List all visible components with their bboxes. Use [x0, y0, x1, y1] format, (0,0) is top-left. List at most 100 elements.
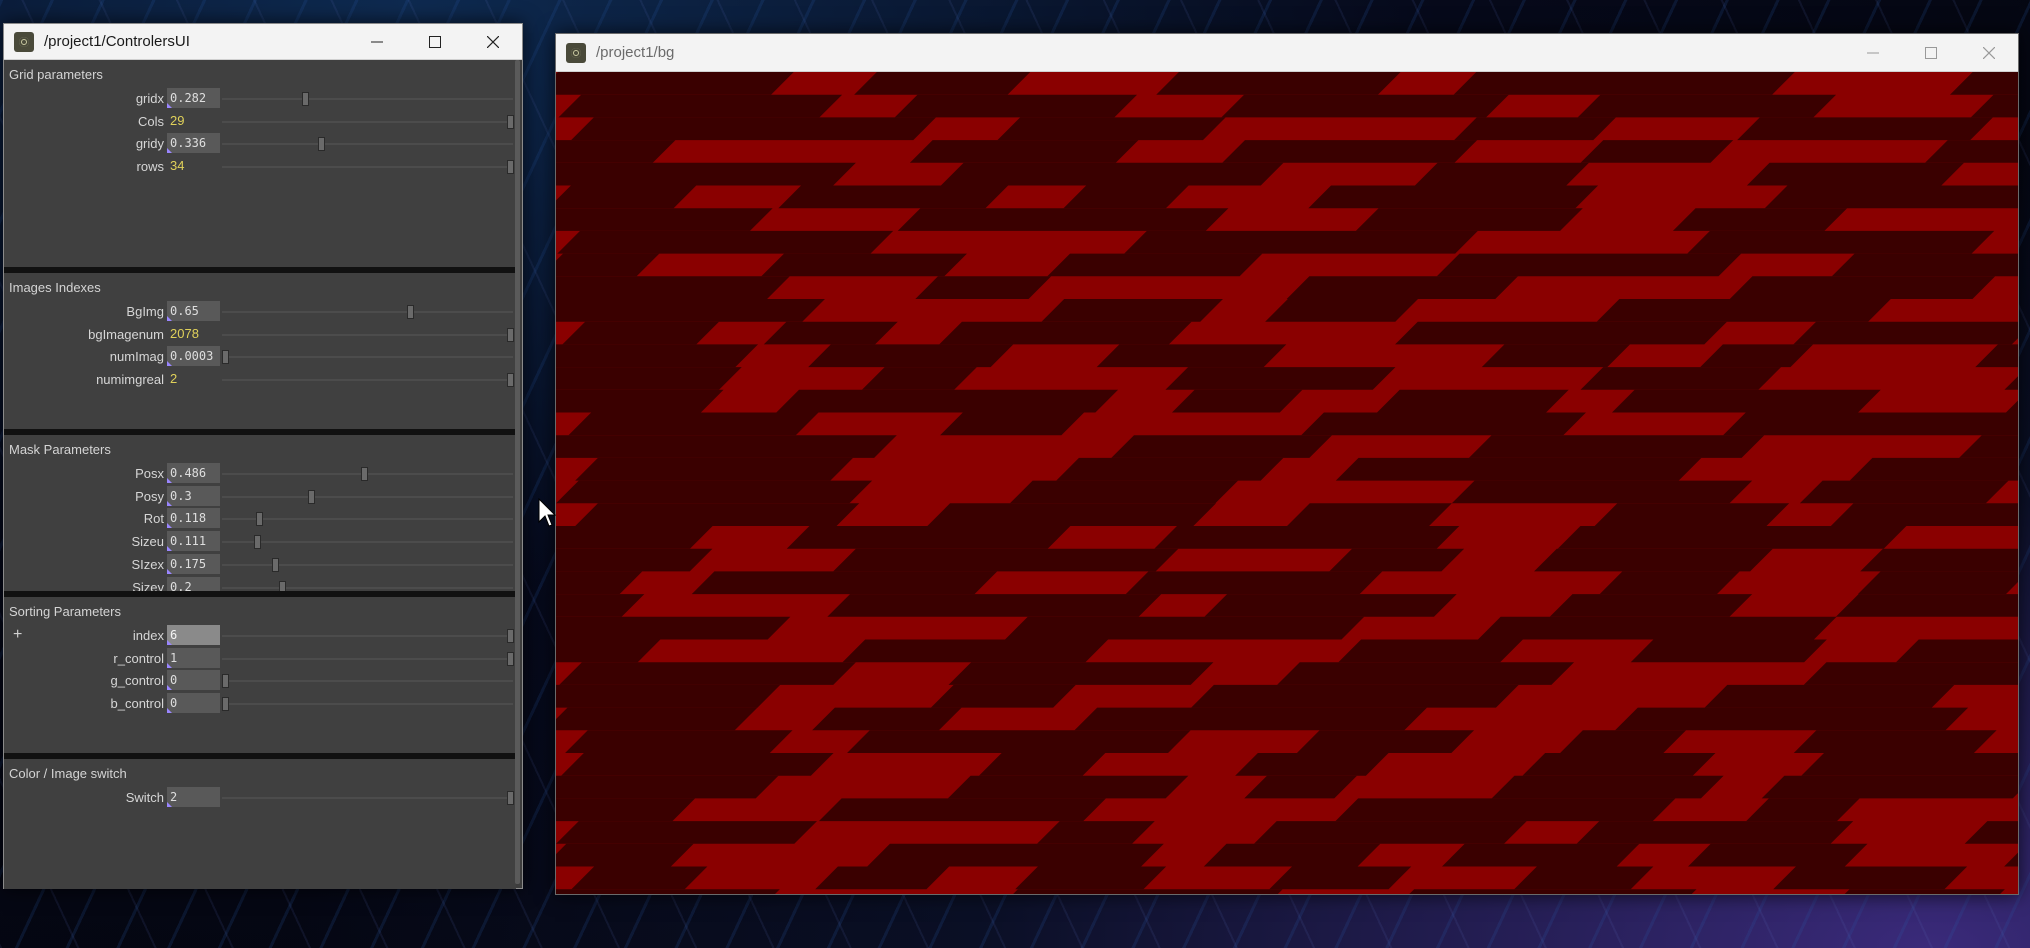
slider-handle[interactable] [222, 350, 230, 365]
param-value-field[interactable]: 29 [167, 111, 220, 131]
param-value-field[interactable]: 0.336 [167, 133, 220, 154]
param-row-index[interactable]: + index 6 [4, 625, 516, 647]
maximize-button[interactable] [406, 24, 464, 60]
pattern-stripe [556, 548, 713, 572]
close-button[interactable] [464, 24, 522, 60]
slider-track[interactable] [222, 586, 513, 589]
slider-handle[interactable] [360, 467, 368, 481]
param-label: Rot [143, 511, 164, 527]
slider-track[interactable] [222, 518, 513, 521]
param-row-gridy[interactable]: gridy 0.336 [4, 133, 516, 155]
pattern-stripe [812, 707, 962, 731]
render-canvas[interactable] [556, 72, 2018, 894]
param-row-bgimg[interactable]: BgImg 0.65 [4, 301, 516, 323]
controllers-window[interactable]: /project1/ControlersUI Grid parameters gr… [3, 23, 523, 889]
param-value-field[interactable]: 0.486 [167, 463, 220, 483]
param-value-field[interactable]: 0.111 [167, 531, 220, 552]
param-row-sizex[interactable]: SIzex 0.175 [4, 553, 516, 576]
slider-handle[interactable] [507, 160, 514, 175]
slider-handle[interactable] [222, 697, 229, 712]
param-value-field[interactable]: 0.3 [167, 485, 220, 506]
bg-titlebar[interactable]: /project1/bg [556, 34, 2018, 72]
slider-handle[interactable] [222, 674, 229, 689]
slider-handle[interactable] [302, 92, 310, 106]
slider-track[interactable] [222, 311, 513, 313]
pattern-stripe [1860, 548, 2018, 572]
slider-track[interactable] [222, 166, 513, 169]
section-title: Grid parameters [9, 67, 103, 82]
param-row-cols[interactable]: Cols 29 [4, 111, 516, 133]
slider-handle[interactable] [507, 651, 514, 666]
slider-track[interactable] [222, 541, 513, 544]
param-row-numimag[interactable]: numImag 0.0003 [4, 346, 516, 368]
slider-handle[interactable] [407, 305, 415, 319]
controllers-titlebar[interactable]: /project1/ControlersUI [4, 24, 522, 60]
minimize-button[interactable] [348, 24, 406, 60]
pattern-stripe [763, 321, 898, 345]
param-value-field[interactable]: 6 [167, 625, 220, 645]
pattern-stripe [948, 662, 1214, 685]
param-row-posx[interactable]: Posx 0.486 [4, 463, 516, 485]
slider-track[interactable] [222, 98, 513, 100]
param-value-field[interactable]: 2 [167, 787, 220, 807]
controllers-scrollbar[interactable] [515, 60, 520, 884]
param-value-field[interactable]: 0.118 [167, 508, 220, 529]
close-button[interactable] [1960, 34, 2018, 72]
slider-track[interactable] [222, 635, 513, 637]
pattern-stripe [1514, 866, 1654, 890]
slider-track[interactable] [222, 333, 513, 336]
pattern-stripe [833, 548, 1179, 572]
slider-track[interactable] [222, 356, 513, 359]
param-value-field[interactable]: 2078 [167, 324, 220, 344]
pattern-stripe [556, 821, 818, 844]
minimize-button[interactable] [1844, 34, 1902, 72]
slider-track[interactable] [222, 379, 513, 382]
slider-handle[interactable] [317, 137, 325, 152]
slider-handle[interactable] [507, 629, 514, 643]
param-value-field[interactable]: 0 [167, 693, 220, 714]
slider-track[interactable] [222, 797, 513, 799]
slider-track[interactable] [222, 120, 513, 123]
pattern-stripe [1746, 162, 1965, 186]
param-row-gridx[interactable]: gridx 0.282 [4, 88, 516, 110]
param-value-field[interactable]: 0 [167, 670, 220, 691]
pattern-stripe [556, 526, 713, 549]
param-row-switch[interactable]: Switch 2 [4, 787, 516, 809]
slider-track[interactable] [222, 563, 513, 566]
slider-track[interactable] [222, 495, 513, 498]
param-value-field[interactable]: 1 [167, 647, 220, 668]
slider-track[interactable] [222, 657, 513, 660]
param-value-field[interactable]: 0.175 [167, 553, 220, 574]
param-value-field[interactable]: 0.282 [167, 88, 220, 108]
slider-handle[interactable] [507, 791, 514, 805]
slider-track[interactable] [222, 473, 513, 475]
slider-handle[interactable] [507, 114, 514, 129]
param-value-field[interactable]: 0.65 [167, 301, 220, 321]
plus-icon[interactable]: + [13, 626, 22, 644]
param-row-g_control[interactable]: g_control 0 [4, 670, 516, 692]
param-row-b_control[interactable]: b_control 0 [4, 693, 516, 715]
slider-handle[interactable] [507, 327, 514, 342]
pattern-stripe [1704, 684, 1955, 708]
param-row-numimgreal[interactable]: numimgreal 2 [4, 369, 516, 391]
param-value-field[interactable]: 2 [167, 369, 220, 389]
param-row-sizeu[interactable]: Sizeu 0.111 [4, 531, 516, 553]
slider-handle[interactable] [253, 535, 261, 550]
slider-track[interactable] [222, 143, 513, 146]
param-row-posy[interactable]: Posy 0.3 [4, 485, 516, 508]
slider-handle[interactable] [307, 489, 315, 504]
pattern-stripe [1844, 889, 2005, 894]
param-row-bgimagenum[interactable]: bgImagenum 2078 [4, 324, 516, 346]
bg-window[interactable]: /project1/bg [555, 33, 2019, 895]
param-row-rows[interactable]: rows 34 [4, 156, 516, 178]
slider-track[interactable] [222, 680, 513, 683]
param-row-r_control[interactable]: r_control 1 [4, 647, 516, 670]
slider-handle[interactable] [271, 557, 279, 572]
param-row-rot[interactable]: Rot 0.118 [4, 508, 516, 530]
maximize-button[interactable] [1902, 34, 1960, 72]
slider-handle[interactable] [255, 512, 263, 527]
param-value-field[interactable]: 0.0003 [167, 346, 220, 367]
slider-handle[interactable] [507, 373, 514, 388]
slider-track[interactable] [222, 703, 513, 706]
param-value-field[interactable]: 34 [167, 156, 220, 176]
